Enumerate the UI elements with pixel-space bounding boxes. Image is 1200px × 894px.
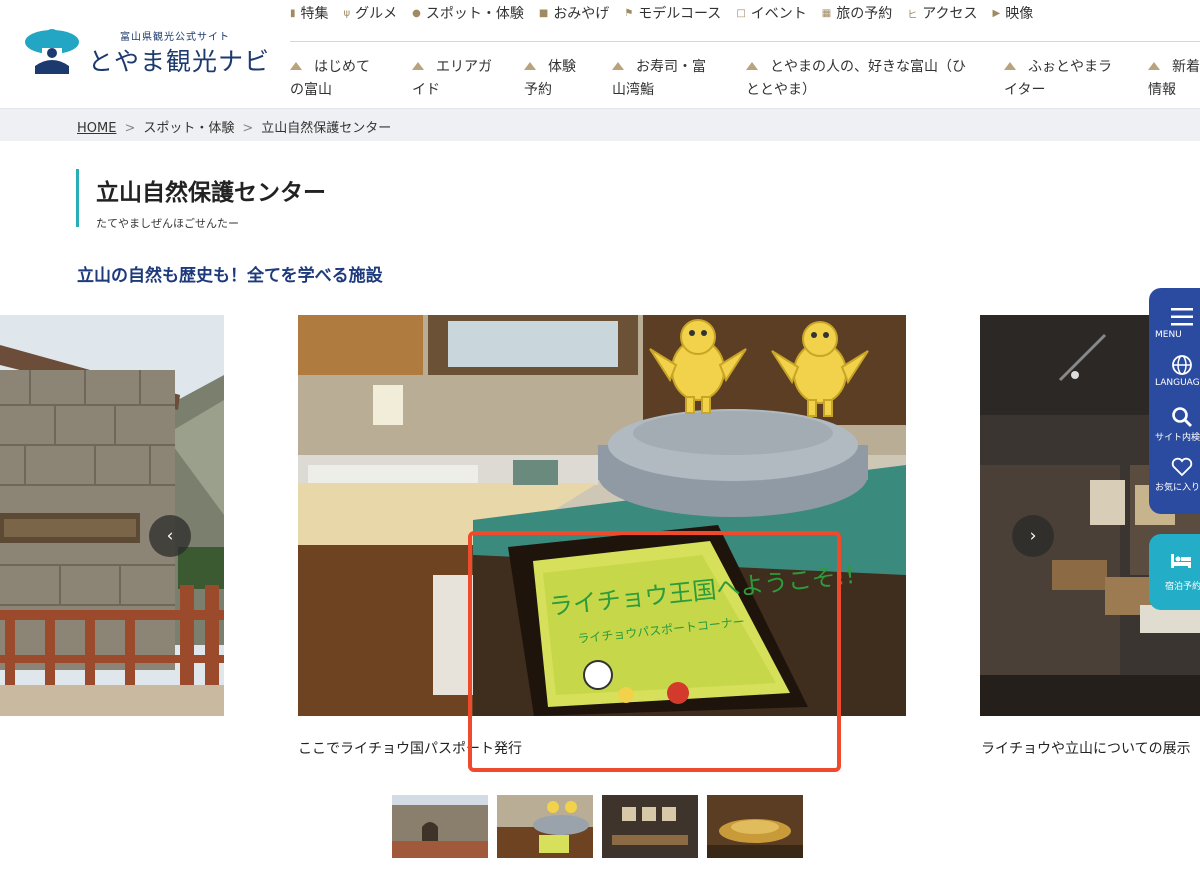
bag-icon: ■ (538, 7, 549, 19)
topnav-access[interactable]: ヒアクセス (907, 3, 977, 23)
breadcrumb-separator: > (242, 121, 254, 136)
mountain-icon (290, 62, 302, 70)
dock-lodging-button[interactable]: 宿泊予約 (1149, 534, 1200, 610)
dock-lodging-label: 宿泊予約 (1165, 582, 1200, 592)
dock-menu-button[interactable]: MENU (1149, 306, 1200, 340)
breadcrumb-home[interactable]: HOME (77, 121, 116, 136)
mainnav-first-time[interactable]: はじめて の富山 (290, 56, 400, 102)
dock-favorites-label: お気に入り (1155, 483, 1200, 493)
mountain-icon (1148, 62, 1160, 70)
hamburger-icon (1171, 308, 1193, 326)
page-title-reading: たてやましぜんほごせんたー (96, 217, 239, 230)
topnav-label: スポット・体験 (425, 6, 524, 22)
thumbnail-4[interactable] (707, 795, 803, 858)
building-icon: ▦ (821, 7, 832, 19)
carousel-slide-prev[interactable] (0, 315, 224, 716)
heart-icon (1171, 457, 1193, 477)
breadcrumb-separator: > (124, 121, 136, 136)
dock-search-button[interactable]: サイト内検索 (1149, 406, 1200, 443)
mainnav-news[interactable]: 新着 情報 (1148, 56, 1200, 102)
globe-icon (1172, 355, 1192, 375)
breadcrumb: HOME > スポット・体験 > 立山自然保護センター (0, 108, 1200, 141)
search-icon (1172, 407, 1193, 428)
carousel-prev-button[interactable]: ‹ (149, 515, 191, 557)
page-catchphrase: 立山の自然も歴史も！全てを学べる施設 (77, 266, 383, 286)
thumbnail-2[interactable] (497, 795, 593, 858)
stone-building-thumb (392, 795, 488, 858)
side-dock: MENU LANGUAGE サイト内検索 お気に入り (1149, 288, 1200, 514)
flag-icon: ⚑ (624, 7, 634, 19)
topnav-spots[interactable]: ● スポット・体験 (412, 3, 524, 23)
logo-mark-icon (25, 29, 79, 74)
route-icon: ヒ (907, 9, 918, 21)
chevron-left-icon: ‹ (166, 526, 174, 546)
carousel-next-button[interactable]: › (1012, 515, 1054, 557)
topnav-booking[interactable]: ▦ 旅の予約 (822, 3, 892, 23)
mountain-icon (612, 62, 624, 70)
logo-subtitle: 富山県観光公式サイト (120, 32, 230, 43)
carousel-thumbnails (392, 795, 803, 858)
slide-caption-next: ライチョウや立山についての展示 (981, 741, 1191, 757)
mainnav-experience[interactable]: 体験 予約 (524, 56, 604, 102)
topnav-label: 旅の予約 (836, 6, 893, 22)
topnav-label: 特集 (300, 6, 329, 22)
topnav-video[interactable]: ▶ 映像 (993, 3, 1034, 23)
topnav-label: 映像 (1005, 6, 1034, 22)
mainnav-hitoyama[interactable]: とやまの人の、好きな富山（ひ ととやま） (746, 56, 986, 102)
breadcrumb-current: 立山自然保護センター (261, 121, 392, 136)
play-icon: ▶ (992, 7, 1001, 19)
breadcrumb-category[interactable]: スポット・体験 (143, 121, 234, 136)
page-title: 立山自然保護センター (96, 180, 326, 206)
nav-divider (290, 41, 1200, 42)
mainnav-photo-writer[interactable]: ふぉとやまラ イター (1004, 56, 1130, 102)
stone-building-photo (0, 315, 224, 716)
exhibit-hall-thumb (602, 795, 698, 858)
dock-language-label: LANGUAGE (1155, 378, 1200, 388)
topnav-label: イベント (750, 6, 807, 22)
mountain-icon (412, 62, 424, 70)
topnav-model-course[interactable]: ⚑ モデルコース (624, 3, 721, 23)
site-logo[interactable]: 富山県観光公式サイト とやま観光ナビ (24, 22, 269, 78)
slide-caption-active: ここでライチョウ国パスポート発行 (298, 741, 522, 757)
topnav-label: アクセス (922, 6, 978, 22)
topnav-events[interactable]: □ イベント (736, 3, 806, 23)
topnav-label: グルメ (355, 6, 398, 22)
dock-favorites-button[interactable]: お気に入り (1149, 456, 1200, 493)
fork-knife-icon: ψ (343, 7, 351, 19)
bed-icon (1171, 554, 1191, 568)
pin-icon: ● (412, 7, 421, 19)
site-header: 富山県観光公式サイト とやま観光ナビ ▮ 特集 ψ グルメ ● スポット・体験 ■ おみ… (0, 0, 1200, 108)
topnav-feature[interactable]: ▮ 特集 (290, 3, 329, 23)
thumbnail-3[interactable] (602, 795, 698, 858)
topnav-label: モデルコース (638, 6, 722, 22)
mountain-icon (1004, 62, 1016, 70)
thumbnail-1[interactable] (392, 795, 488, 858)
logo-name: とやま観光ナビ (88, 47, 271, 76)
mountain-icon (524, 62, 536, 70)
diorama-thumb (707, 795, 803, 858)
raicho-corner-thumb (497, 795, 593, 858)
dock-search-label: サイト内検索 (1155, 433, 1200, 443)
page-title-block: 立山自然保護センター たてやましぜんほごせんたー (76, 169, 326, 230)
topnav-gourmet[interactable]: ψ グルメ (344, 3, 398, 23)
utility-nav: ▮ 特集 ψ グルメ ● スポット・体験 ■ おみやげ ⚑ モデルコース □ イベント ▦ 旅… (290, 0, 1033, 26)
dock-language-button[interactable]: LANGUAGE (1149, 354, 1200, 388)
raicho-corner-photo: ライチョウ王国へようこそ!! ライチョウパスポートコーナー (298, 315, 906, 716)
topnav-souvenirs[interactable]: ■ おみやげ (539, 3, 609, 23)
main-nav: はじめて の富山 エリアガ イド 体験 予約 お寿司・富 山湾鮨 とやまの人の、好きな富… (290, 56, 1200, 104)
chevron-right-icon: › (1029, 526, 1037, 546)
dock-menu-label: MENU (1155, 330, 1182, 340)
topnav-label: おみやげ (553, 6, 610, 22)
mainnav-sushi[interactable]: お寿司・富 山湾鮨 (612, 56, 722, 102)
book-icon: ▮ (290, 7, 296, 19)
mainnav-area-guide[interactable]: エリアガ イド (412, 56, 512, 102)
calendar-icon: □ (736, 7, 746, 19)
mountain-icon (746, 62, 758, 70)
carousel-slide-active[interactable]: ライチョウ王国へようこそ!! ライチョウパスポートコーナー (298, 315, 906, 716)
